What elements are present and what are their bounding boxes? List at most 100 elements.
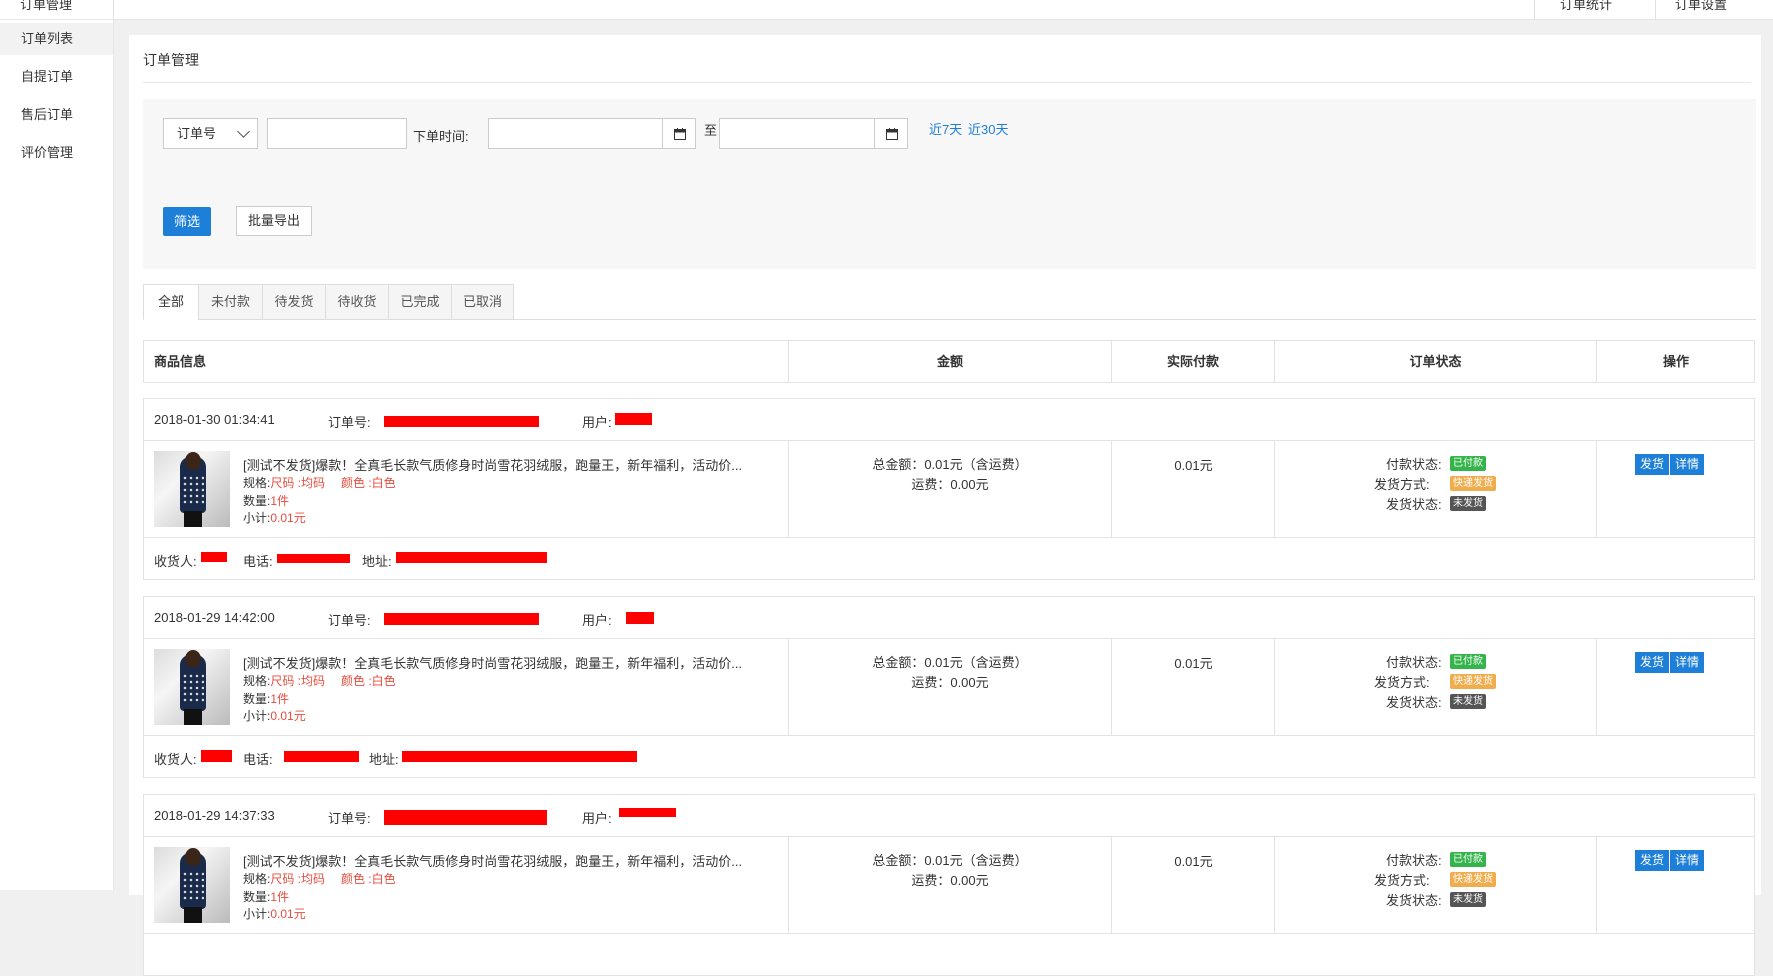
sidebar-item-pickup-orders[interactable]: 自提订单 <box>0 61 113 93</box>
order-footer: 收货人: 电话: 地址: <box>144 736 1754 777</box>
order-time: 2018-01-29 14:42:00 <box>154 610 275 625</box>
order-number-label: 订单号: <box>328 415 371 430</box>
product-name[interactable]: [测试不发货]爆款！全真毛长款气质修身时尚雪花羽绒服，跑量王，新年福利，活动价.… <box>243 851 793 870</box>
column-header-amount: 金额 <box>936 354 963 369</box>
pay-status-badge: 已付款 <box>1450 456 1486 471</box>
ship-button[interactable]: 发货 <box>1635 652 1670 673</box>
product-qty: 数量:1件 <box>243 888 289 905</box>
product-thumbnail[interactable] <box>154 649 230 725</box>
product-name[interactable]: [测试不发货]爆款！全真毛长款气质修身时尚雪花羽绒服，跑量王，新年福利，活动价.… <box>243 653 793 672</box>
topbar-divider <box>1534 0 1535 20</box>
ship-status-label: 发货状态: <box>1386 497 1442 512</box>
subtotal-label: 小计: <box>243 709 271 723</box>
top-navbar: 订单管理 订单统计 订单设置 <box>0 0 1773 20</box>
redacted-address <box>396 552 547 563</box>
calendar-button[interactable] <box>662 118 696 149</box>
topbar-title: 订单管理 <box>20 0 73 12</box>
detail-button[interactable]: 详情 <box>1670 850 1705 871</box>
order-freight: 运费：0.00元 <box>911 675 989 690</box>
subtotal-label: 小计: <box>243 907 271 921</box>
qty-label: 数量: <box>243 890 271 904</box>
ship-status-label: 发货状态: <box>1386 695 1442 710</box>
cell-divider <box>1274 639 1275 735</box>
order-body: [测试不发货]爆款！全真毛长款气质修身时尚雪花羽绒服，跑量王，新年福利，活动价.… <box>144 837 1754 934</box>
redacted-order-number <box>384 416 539 427</box>
calendar-button[interactable] <box>874 118 908 149</box>
filter-panel: 订单号 下单时间: 至 近7天 近30天 筛选 批量导出 <box>143 99 1756 269</box>
qty-label: 数量: <box>243 494 271 508</box>
ship-button[interactable]: 发货 <box>1635 454 1670 475</box>
sidebar: 订单列表 自提订单 售后订单 评价管理 <box>0 20 114 890</box>
batch-export-button[interactable]: 批量导出 <box>236 206 312 236</box>
tab-cancelled[interactable]: 已取消 <box>451 284 514 320</box>
actual-paid: 0.01元 <box>1174 854 1213 869</box>
tab-all[interactable]: 全部 <box>143 284 199 320</box>
actual-paid: 0.01元 <box>1174 656 1213 671</box>
user-label: 用户: <box>582 811 612 826</box>
column-header-status: 订单状态 <box>1409 354 1462 369</box>
order-freight: 运费：0.00元 <box>911 477 989 492</box>
column-header-actions: 操作 <box>1662 354 1689 369</box>
ship-method-badge: 快递发货 <box>1450 476 1496 491</box>
detail-button[interactable]: 详情 <box>1670 652 1705 673</box>
order-number-label: 订单号: <box>328 613 371 628</box>
redacted-receiver <box>201 552 227 562</box>
pay-status-badge: 已付款 <box>1450 654 1486 669</box>
spec-color: 颜色 :白色 <box>341 674 396 688</box>
order-header: 2018-01-29 14:37:33 订单号: 用户: <box>144 795 1754 837</box>
order-status-tabs: 全部 未付款 待发货 待收货 已完成 已取消 <box>143 284 1756 320</box>
order-header: 2018-01-29 14:42:00 订单号: 用户: <box>144 597 1754 639</box>
date-to-input[interactable] <box>719 118 875 149</box>
tab-to-receive[interactable]: 待收货 <box>325 284 389 320</box>
tab-to-ship[interactable]: 待发货 <box>262 284 326 320</box>
order-total: 总金额：0.01元（含运费） <box>872 655 1028 670</box>
spec-label: 规格: <box>243 674 271 688</box>
filter-button[interactable]: 筛选 <box>163 207 211 236</box>
ship-method-label: 发货方式: <box>1374 675 1430 690</box>
user-label: 用户: <box>582 613 612 628</box>
redacted-phone <box>277 554 350 563</box>
detail-button[interactable]: 详情 <box>1670 454 1705 475</box>
search-input[interactable] <box>267 118 407 149</box>
table-header: 商品信息 金额 实际付款 订单状态 操作 <box>143 340 1755 383</box>
product-thumbnail[interactable] <box>154 847 230 923</box>
date-from-input[interactable] <box>488 118 663 149</box>
order-card: 2018-01-30 01:34:41 订单号: 用户: [测试不发货]爆款！全… <box>143 398 1755 580</box>
sidebar-item-reviews[interactable]: 评价管理 <box>0 137 113 169</box>
redacted-receiver <box>201 750 232 762</box>
tab-completed[interactable]: 已完成 <box>388 284 452 320</box>
topbar-link-settings[interactable]: 订单设置 <box>1675 0 1727 13</box>
redacted-order-number <box>384 810 547 825</box>
ship-status-badge: 未发货 <box>1450 694 1486 709</box>
topbar-link-stats[interactable]: 订单统计 <box>1560 0 1612 13</box>
redacted-user <box>615 413 652 425</box>
pay-status-label: 付款状态: <box>1386 853 1442 868</box>
pay-status-label: 付款状态: <box>1386 655 1442 670</box>
ship-status-badge: 未发货 <box>1450 892 1486 907</box>
pay-status-label: 付款状态: <box>1386 457 1442 472</box>
spec-label: 规格: <box>243 476 271 490</box>
product-thumbnail[interactable] <box>154 451 230 527</box>
qty-label: 数量: <box>243 692 271 706</box>
sidebar-item-order-list[interactable]: 订单列表 <box>0 23 113 55</box>
order-body: [测试不发货]爆款！全真毛长款气质修身时尚雪花羽绒服，跑量王，新年福利，活动价.… <box>144 639 1754 736</box>
redacted-order-number <box>384 613 539 625</box>
ship-method-label: 发货方式: <box>1374 477 1430 492</box>
user-label: 用户: <box>582 415 612 430</box>
sidebar-item-after-sale[interactable]: 售后订单 <box>0 99 113 131</box>
ship-button[interactable]: 发货 <box>1635 850 1670 871</box>
search-field-select[interactable]: 订单号 <box>163 118 258 149</box>
order-total: 总金额：0.01元（含运费） <box>872 853 1028 868</box>
order-time: 2018-01-29 14:37:33 <box>154 808 275 823</box>
order-time: 2018-01-30 01:34:41 <box>154 412 275 427</box>
product-subtotal: 小计:0.01元 <box>243 905 306 922</box>
qty-value: 1件 <box>270 890 290 904</box>
quick-range-30-days[interactable]: 近30天 <box>968 119 1008 138</box>
product-qty: 数量:1件 <box>243 690 289 707</box>
product-name[interactable]: [测试不发货]爆款！全真毛长款气质修身时尚雪花羽绒服，跑量王，新年福利，活动价.… <box>243 455 793 474</box>
order-card: 2018-01-29 14:37:33 订单号: 用户: [测试不发货]爆款！全… <box>143 794 1755 976</box>
product-qty: 数量:1件 <box>243 492 289 509</box>
tab-unpaid[interactable]: 未付款 <box>198 284 263 320</box>
cell-divider <box>1274 837 1275 933</box>
quick-range-7-days[interactable]: 近7天 <box>929 119 962 138</box>
